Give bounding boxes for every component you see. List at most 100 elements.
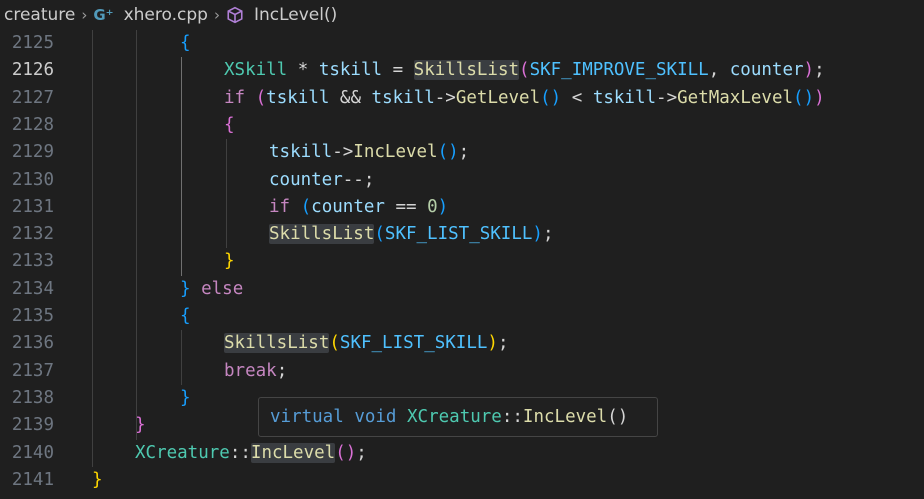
code-line[interactable]: 2131 if (counter == 0) bbox=[0, 194, 924, 221]
code-text: XCreature::IncLevel(); bbox=[135, 440, 367, 467]
line-number: 2126 bbox=[11, 60, 54, 81]
code-text: } bbox=[224, 248, 235, 275]
code-token: < bbox=[561, 87, 593, 108]
code-line[interactable]: 2141} bbox=[0, 467, 924, 494]
code-token: } bbox=[180, 278, 191, 299]
line-number: 2128 bbox=[11, 114, 54, 135]
line-number: 2130 bbox=[11, 169, 54, 190]
code-token: counter bbox=[269, 169, 343, 190]
line-number: 2140 bbox=[11, 442, 54, 463]
indent-guide bbox=[136, 30, 137, 440]
line-number: 2136 bbox=[11, 333, 54, 354]
line-number: 2125 bbox=[11, 33, 54, 53]
code-token: ; bbox=[814, 60, 825, 81]
code-text: tskill->IncLevel(); bbox=[269, 139, 469, 166]
code-line[interactable]: 2132 SkillsList(SKF_LIST_SKILL); bbox=[0, 221, 924, 248]
code-token: tskill bbox=[318, 60, 383, 81]
hover-tooltip: virtual void XCreature:: IncLevel() bbox=[258, 397, 658, 437]
code-token: XSkill bbox=[224, 60, 288, 81]
code-line[interactable]: 2126 XSkill * tskill = SkillsList(SKF_IMP… bbox=[0, 57, 924, 84]
line-number: 2132 bbox=[11, 224, 54, 245]
code-token: ( bbox=[300, 196, 312, 217]
code-token: ( bbox=[374, 224, 385, 245]
code-text: { bbox=[224, 112, 235, 139]
code-token: else bbox=[201, 278, 244, 299]
line-number: 2137 bbox=[11, 360, 54, 381]
code-token: --; bbox=[342, 169, 375, 190]
code-token: IncLevel bbox=[250, 442, 336, 463]
code-line[interactable]: 2127 if (tskill && tskill->GetLevel() < t… bbox=[0, 85, 924, 112]
code-line[interactable]: 2130 counter--; bbox=[0, 167, 924, 194]
code-token: () bbox=[540, 87, 562, 108]
line-number: 2131 bbox=[11, 196, 54, 217]
line-number: 2138 bbox=[11, 387, 54, 408]
code-token: } bbox=[180, 387, 191, 408]
indent-guide bbox=[181, 57, 182, 276]
line-number: 2134 bbox=[11, 278, 54, 299]
code-line[interactable]: 2140 XCreature::IncLevel(); bbox=[0, 440, 924, 467]
code-token: ; bbox=[542, 224, 554, 245]
code-token: SKF_LIST_SKILL bbox=[339, 333, 488, 354]
code-token: ) bbox=[803, 60, 815, 81]
line-number: 2129 bbox=[11, 142, 54, 163]
code-token: ; bbox=[356, 442, 367, 463]
code-token: GetMaxLevel bbox=[677, 87, 794, 108]
code-text: { bbox=[180, 30, 191, 57]
code-text: if (tskill && tskill->GetLevel() < tskil… bbox=[224, 85, 825, 112]
code-token: -> bbox=[332, 142, 354, 163]
code-text: } bbox=[92, 467, 103, 494]
code-token: if bbox=[224, 87, 246, 108]
code-line[interactable]: 2133} bbox=[0, 248, 924, 275]
tooltip-parens: () bbox=[607, 407, 629, 427]
code-token: () bbox=[335, 442, 357, 463]
chevron-right-icon: › bbox=[81, 6, 88, 24]
code-line[interactable]: 2125 { bbox=[0, 30, 924, 57]
code-text: SkillsList(SKF_LIST_SKILL); bbox=[224, 330, 509, 357]
code-line[interactable]: 2137 break; bbox=[0, 358, 924, 385]
tooltip-method-name: IncLevel bbox=[522, 407, 608, 427]
breadcrumb-symbol[interactable]: IncLevel() bbox=[254, 5, 337, 25]
cpp-file-icon: G⁺ bbox=[93, 6, 114, 24]
breadcrumb-file[interactable]: xhero.cpp bbox=[124, 5, 208, 25]
code-text: XSkill * tskill = SkillsList(SKF_IMPROVE… bbox=[224, 57, 825, 84]
code-token: () bbox=[793, 87, 815, 108]
code-token: if bbox=[269, 196, 291, 217]
code-token: ; bbox=[497, 333, 509, 354]
code-text: } else bbox=[180, 276, 243, 303]
code-token: -> bbox=[656, 87, 678, 108]
code-token: SKF_LIST_SKILL bbox=[384, 224, 533, 245]
line-number: 2133 bbox=[11, 251, 54, 272]
code-token: , bbox=[708, 60, 730, 81]
code-token: } bbox=[92, 469, 103, 490]
breadcrumb-folder[interactable]: creature bbox=[4, 5, 75, 25]
code-token: tskill bbox=[266, 87, 330, 108]
code-token: { bbox=[180, 306, 191, 326]
code-token: () bbox=[437, 142, 459, 163]
line-number: 2127 bbox=[11, 87, 54, 108]
code-line[interactable]: 2134} else bbox=[0, 276, 924, 303]
code-token: ) bbox=[487, 333, 498, 354]
code-token: -> bbox=[434, 87, 456, 108]
tooltip-class-name: XCreature bbox=[407, 407, 502, 427]
tooltip-virtual-keyword: virtual bbox=[270, 407, 344, 427]
code-token: } bbox=[224, 251, 235, 272]
code-token: ; bbox=[276, 360, 288, 381]
code-token: tskill bbox=[592, 87, 657, 108]
code-token: && bbox=[329, 87, 372, 108]
code-line[interactable]: 2128 { bbox=[0, 112, 924, 139]
code-token: XCreature bbox=[135, 442, 230, 463]
code-line[interactable]: 2129 tskill->IncLevel(); bbox=[0, 139, 924, 166]
code-token: 0 bbox=[427, 196, 438, 217]
code-line[interactable]: 2135 { bbox=[0, 303, 924, 330]
code-text: if (counter == 0) bbox=[269, 194, 448, 221]
code-token: * bbox=[287, 60, 319, 81]
code-token: == bbox=[384, 196, 428, 217]
code-token: tskill bbox=[269, 142, 333, 163]
code-token: ( bbox=[519, 60, 530, 81]
code-line[interactable]: 2136 SkillsList(SKF_LIST_SKILL); bbox=[0, 330, 924, 357]
code-token: counter bbox=[311, 196, 385, 217]
code-token: ( bbox=[255, 87, 267, 108]
code-token: counter bbox=[729, 60, 804, 81]
